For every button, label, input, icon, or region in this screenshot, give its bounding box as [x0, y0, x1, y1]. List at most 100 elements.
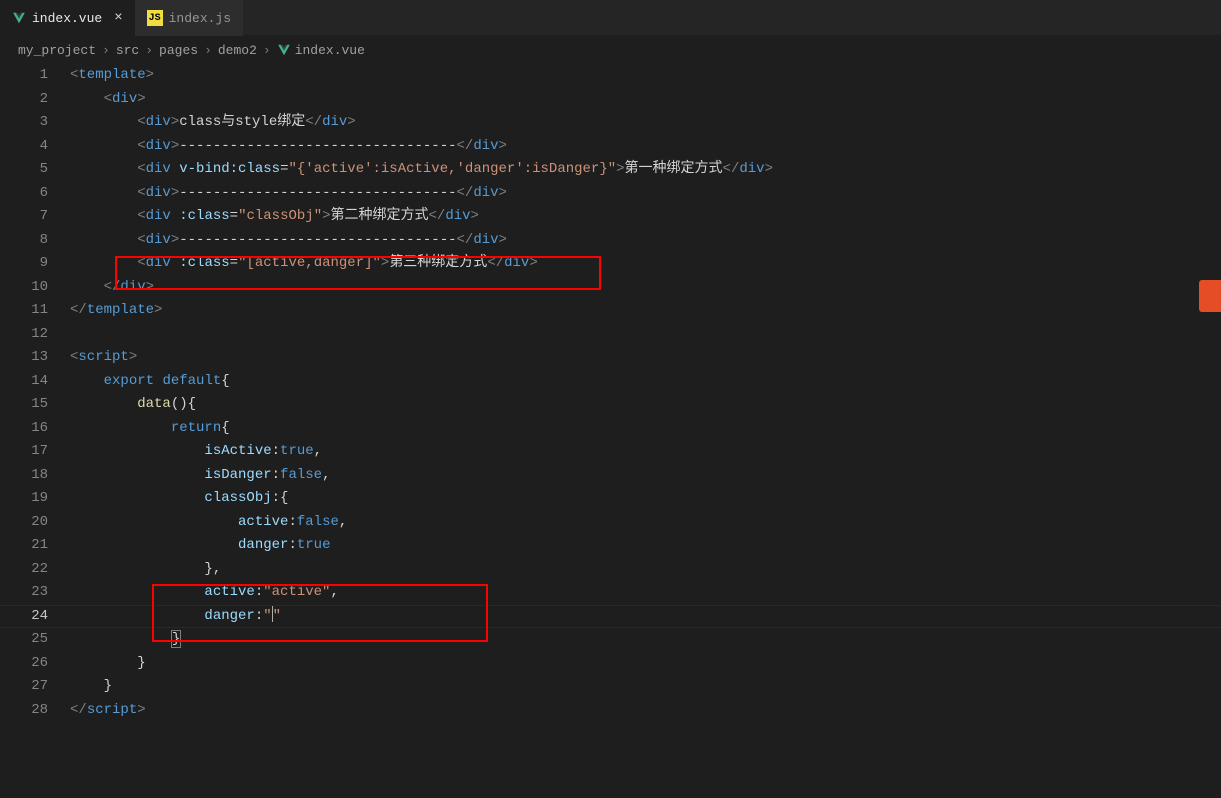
- tab-index-vue[interactable]: index.vue ×: [0, 0, 135, 36]
- breadcrumb-item[interactable]: src: [116, 43, 139, 58]
- code-line[interactable]: 28 </script>: [0, 699, 1221, 723]
- breadcrumb-item[interactable]: pages: [159, 43, 198, 58]
- line-number: 11: [31, 299, 48, 323]
- line-number: 10: [31, 276, 48, 300]
- tab-label: index.js: [169, 11, 231, 26]
- line-number: 9: [40, 252, 48, 276]
- code-line[interactable]: 5 <div v-bind:class="{'active':isActive,…: [0, 158, 1221, 182]
- line-number: 3: [40, 111, 48, 135]
- code-content: <div v-bind:class="{'active':isActive,'d…: [70, 158, 773, 182]
- code-content: isActive:true,: [70, 440, 322, 464]
- code-content: <div>---------------------------------</…: [70, 229, 507, 253]
- js-icon: JS: [147, 10, 163, 26]
- code-line[interactable]: 8 <div>---------------------------------…: [0, 229, 1221, 253]
- code-line[interactable]: 7 <div :class="classObj">第二种绑定方式</div>: [0, 205, 1221, 229]
- breadcrumb-file-label: index.vue: [295, 43, 365, 58]
- code-content: danger:"": [70, 605, 281, 629]
- line-number: 1: [40, 64, 48, 88]
- code-line[interactable]: 6 <div>---------------------------------…: [0, 182, 1221, 206]
- line-number: 28: [31, 699, 48, 723]
- code-content: return{: [70, 417, 230, 441]
- breadcrumb-item[interactable]: demo2: [218, 43, 257, 58]
- code-content: <div>---------------------------------</…: [70, 182, 507, 206]
- line-number: 17: [31, 440, 48, 464]
- code-content: <div>---------------------------------</…: [70, 135, 507, 159]
- chevron-right-icon: ›: [145, 43, 153, 58]
- editor-tabs: index.vue × JS index.js: [0, 0, 1221, 36]
- code-line[interactable]: 3 <div>class与style绑定</div>: [0, 111, 1221, 135]
- code-line[interactable]: 22 },: [0, 558, 1221, 582]
- code-line[interactable]: 17 isActive:true,: [0, 440, 1221, 464]
- line-number: 8: [40, 229, 48, 253]
- breadcrumb: my_project › src › pages › demo2 › index…: [0, 36, 1221, 64]
- code-content: }: [70, 675, 112, 699]
- line-number: 4: [40, 135, 48, 159]
- code-editor[interactable]: 1<template>2 <div>3 <div>class与style绑定</…: [0, 64, 1221, 798]
- code-line[interactable]: 27 }: [0, 675, 1221, 699]
- code-content: danger:true: [70, 534, 330, 558]
- code-line[interactable]: 14 export default{: [0, 370, 1221, 394]
- chevron-right-icon: ›: [263, 43, 271, 58]
- code-content: }: [70, 652, 146, 676]
- line-number: 13: [31, 346, 48, 370]
- close-icon[interactable]: ×: [114, 10, 122, 26]
- code-content: active:false,: [70, 511, 347, 535]
- code-content: <script>: [70, 346, 137, 370]
- tab-index-js[interactable]: JS index.js: [135, 0, 243, 36]
- code-content: <div>: [70, 88, 146, 112]
- line-number: 15: [31, 393, 48, 417]
- code-line[interactable]: 26 }: [0, 652, 1221, 676]
- code-line[interactable]: 24 danger:"": [0, 605, 1221, 629]
- line-number: 22: [31, 558, 48, 582]
- line-number: 5: [40, 158, 48, 182]
- code-line[interactable]: 13 <script>: [0, 346, 1221, 370]
- line-number: 2: [40, 88, 48, 112]
- code-line[interactable]: 10 </div>: [0, 276, 1221, 300]
- code-content: </div>: [70, 276, 154, 300]
- line-number: 7: [40, 205, 48, 229]
- code-content: active:"active",: [70, 581, 339, 605]
- tab-label: index.vue: [32, 11, 102, 26]
- code-line[interactable]: 15 data(){: [0, 393, 1221, 417]
- code-line[interactable]: 16 return{: [0, 417, 1221, 441]
- breadcrumb-item[interactable]: my_project: [18, 43, 96, 58]
- chevron-right-icon: ›: [204, 43, 212, 58]
- line-number: 21: [31, 534, 48, 558]
- code-line[interactable]: 20 active:false,: [0, 511, 1221, 535]
- line-number: 23: [31, 581, 48, 605]
- code-content: </script>: [70, 699, 146, 723]
- vue-icon: [277, 43, 291, 57]
- html5-icon[interactable]: [1199, 280, 1221, 312]
- breadcrumb-file[interactable]: index.vue: [277, 43, 365, 58]
- code-content: </template>: [70, 299, 162, 323]
- line-number: 25: [31, 628, 48, 652]
- line-number: 12: [31, 323, 48, 347]
- code-content: <div :class="[active,danger]">第三种绑定方式</d…: [70, 252, 538, 276]
- code-line[interactable]: 4 <div>---------------------------------…: [0, 135, 1221, 159]
- code-line[interactable]: 25 }: [0, 628, 1221, 652]
- code-content: },: [70, 558, 221, 582]
- line-number: 14: [31, 370, 48, 394]
- line-number: 20: [31, 511, 48, 535]
- chevron-right-icon: ›: [102, 43, 110, 58]
- code-line[interactable]: 1 <template>: [0, 64, 1221, 88]
- code-content: <div :class="classObj">第二种绑定方式</div>: [70, 205, 479, 229]
- code-content: data(){: [70, 393, 196, 417]
- code-line[interactable]: 2 <div>: [0, 88, 1221, 112]
- line-number: 16: [31, 417, 48, 441]
- code-line[interactable]: 18 isDanger:false,: [0, 464, 1221, 488]
- line-number: 18: [31, 464, 48, 488]
- line-number: 24: [31, 605, 48, 629]
- code-line[interactable]: 19 classObj:{: [0, 487, 1221, 511]
- code-content: <template>: [70, 64, 154, 88]
- code-content: isDanger:false,: [70, 464, 330, 488]
- code-content: classObj:{: [70, 487, 288, 511]
- code-content: <div>class与style绑定</div>: [70, 111, 356, 135]
- line-number: 27: [31, 675, 48, 699]
- code-line[interactable]: 11 </template>: [0, 299, 1221, 323]
- line-number: 19: [31, 487, 48, 511]
- code-line[interactable]: 21 danger:true: [0, 534, 1221, 558]
- code-line[interactable]: 9 <div :class="[active,danger]">第三种绑定方式<…: [0, 252, 1221, 276]
- code-line[interactable]: 12: [0, 323, 1221, 347]
- code-line[interactable]: 23 active:"active",: [0, 581, 1221, 605]
